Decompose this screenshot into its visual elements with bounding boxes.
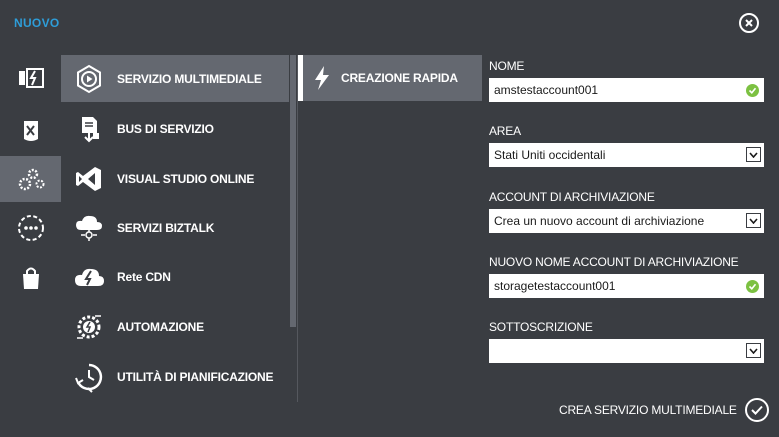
new-storage-name-field-group: NUOVO NOME ACCOUNT DI ARCHIVIAZIONE stor…	[489, 255, 764, 298]
rail-item-more[interactable]	[0, 205, 61, 251]
create-media-service-button[interactable]: CREA SERVIZIO MULTIMEDIALE	[559, 397, 769, 423]
dialog-title: NUOVO	[14, 16, 60, 30]
name-field-group: NOME amstestaccount001	[489, 59, 764, 102]
service-label: VISUAL STUDIO ONLINE	[117, 171, 255, 186]
service-item-service-bus[interactable]: BUS DI SERVIZIO	[61, 105, 289, 152]
chevron-down-icon[interactable]	[746, 213, 761, 228]
name-label: NOME	[489, 59, 525, 73]
name-input[interactable]: amstestaccount001	[489, 78, 764, 102]
storage-account-field-group: ACCOUNT DI ARCHIVIAZIONE Crea un nuovo a…	[489, 190, 764, 233]
close-icon	[745, 19, 753, 27]
chevron-down-icon[interactable]	[746, 147, 761, 162]
creation-mode-list: CREAZIONE RAPIDA	[297, 55, 482, 402]
mode-label: CREAZIONE RAPIDA	[341, 71, 458, 85]
service-label: AUTOMAZIONE	[117, 319, 204, 334]
category-rail	[0, 55, 61, 355]
service-list: SERVIZIO MULTIMEDIALE BUS DI SERVIZIO VI…	[61, 55, 297, 402]
service-item-scheduler[interactable]: UTILITÀ DI PIANIFICAZIONE	[61, 353, 289, 400]
gears-icon	[18, 168, 44, 191]
region-value: Stati Uniti occidentali	[494, 148, 606, 162]
valid-check-icon	[746, 84, 759, 97]
service-label: SERVIZIO MULTIMEDIALE	[117, 71, 262, 86]
new-storage-name-label: NUOVO NOME ACCOUNT DI ARCHIVIAZIONE	[489, 255, 739, 269]
service-label: Rete CDN	[117, 269, 171, 284]
mode-item-quick-create[interactable]: CREAZIONE RAPIDA	[298, 55, 482, 101]
region-field-group: AREA Stati Uniti occidentali	[489, 124, 764, 167]
storage-account-label: ACCOUNT DI ARCHIVIAZIONE	[489, 190, 655, 204]
name-value: amstestaccount001	[494, 83, 599, 97]
media-play-icon	[77, 64, 101, 93]
service-item-cdn[interactable]: Rete CDN	[61, 253, 289, 300]
rail-item-services[interactable]	[0, 156, 61, 202]
region-label: AREA	[489, 124, 521, 138]
checkmark-icon	[744, 398, 769, 422]
region-select[interactable]: Stati Uniti occidentali	[489, 143, 764, 167]
service-item-biztalk[interactable]: SERVIZI BIZTALK	[61, 204, 289, 251]
new-storage-name-value: storagetestaccount001	[494, 279, 616, 293]
service-item-automation[interactable]: AUTOMAZIONE	[61, 303, 289, 350]
service-item-media[interactable]: SERVIZIO MULTIMEDIALE	[61, 55, 289, 102]
service-list-scroll-thumb[interactable]	[290, 55, 296, 327]
create-label: CREA SERVIZIO MULTIMEDIALE	[559, 403, 737, 417]
service-item-visual-studio[interactable]: VISUAL STUDIO ONLINE	[61, 155, 289, 202]
service-bus-icon	[82, 116, 99, 142]
subscription-select[interactable]	[489, 339, 764, 363]
biztalk-cloud-icon	[76, 215, 102, 241]
rail-item-data-services[interactable]	[0, 55, 61, 101]
rail-item-app-services[interactable]	[0, 107, 61, 153]
automation-gear-icon	[77, 314, 101, 339]
storage-account-select[interactable]: Crea un nuovo account di archiviazione	[489, 209, 764, 233]
cdn-cloud-icon	[75, 268, 104, 286]
visual-studio-icon	[76, 166, 101, 191]
storage-account-value: Crea un nuovo account di archiviazione	[494, 214, 705, 228]
scheduler-clock-icon	[75, 363, 103, 393]
lightning-icon	[315, 66, 329, 90]
subscription-field-group: SOTTOSCRIZIONE	[489, 320, 764, 363]
rail-item-store[interactable]	[0, 255, 61, 301]
chevron-down-icon[interactable]	[746, 343, 761, 358]
service-label: SERVIZI BIZTALK	[117, 220, 215, 235]
service-label: BUS DI SERVIZIO	[117, 121, 214, 136]
data-services-icon	[18, 68, 44, 88]
app-services-icon	[23, 121, 38, 141]
close-button[interactable]	[739, 13, 759, 33]
valid-check-icon	[746, 280, 759, 293]
more-icon	[17, 215, 44, 241]
store-bag-icon	[22, 267, 39, 289]
new-storage-name-input[interactable]: storagetestaccount001	[489, 274, 764, 298]
service-label: UTILITÀ DI PIANIFICAZIONE	[117, 369, 274, 384]
subscription-label: SOTTOSCRIZIONE	[489, 320, 593, 334]
